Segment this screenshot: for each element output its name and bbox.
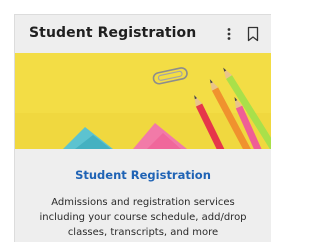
- card-body: Student Registration Admissions and regi…: [15, 149, 271, 242]
- bookmark-icon[interactable]: [246, 26, 260, 42]
- card-header-title: Student Registration: [29, 25, 197, 41]
- more-vert-icon[interactable]: [222, 24, 236, 44]
- student-registration-card[interactable]: Student Registration Student Registratio…: [14, 14, 271, 242]
- card-hero-image[interactable]: [15, 53, 271, 149]
- card-header: Student Registration: [15, 15, 271, 53]
- card-link-title[interactable]: Student Registration: [15, 168, 271, 182]
- card-description: Admissions and registration services inc…: [39, 197, 247, 238]
